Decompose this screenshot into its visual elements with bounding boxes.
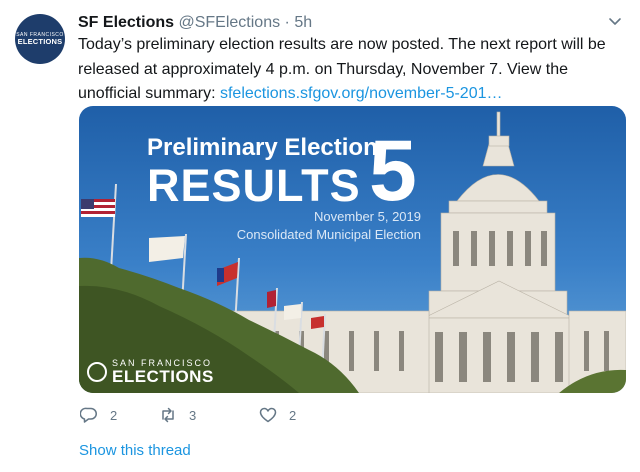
retweet-icon [162, 407, 174, 423]
card-subtitle: Consolidated Municipal Election [236, 227, 421, 242]
heart-icon [259, 407, 277, 423]
timestamp[interactable]: 5h [294, 14, 312, 31]
reply-icon [80, 407, 97, 423]
card-number: 5 [369, 123, 417, 219]
avatar-text-line2: ELECTIONS [17, 37, 63, 46]
tweet-text: Today’s preliminary election results are… [78, 33, 623, 107]
retweet-count: 3 [189, 407, 197, 423]
logo-line2: ELECTIONS [112, 367, 214, 386]
separator: · [280, 14, 295, 31]
reply-count: 2 [110, 407, 118, 423]
retweet-button[interactable]: 3 [159, 406, 259, 424]
media-card[interactable]: Preliminary Election RESULTS 5 November … [79, 106, 626, 393]
like-button[interactable]: 2 [259, 406, 296, 424]
tweet-actions: 2 3 2 [80, 406, 296, 424]
like-count: 2 [289, 407, 297, 423]
display-name[interactable]: SF Elections [78, 14, 174, 31]
show-thread-link[interactable]: Show this thread [79, 441, 191, 461]
seal-icon [87, 361, 107, 382]
reply-button[interactable]: 2 [80, 406, 159, 424]
card-headline: Preliminary Election [147, 134, 378, 161]
handle[interactable]: @SFElections [178, 14, 280, 31]
tweet-link[interactable]: sfelections.sfgov.org/november-5-201… [220, 85, 503, 102]
sf-elections-logo: SAN FRANCISCO ELECTIONS [87, 358, 214, 385]
card-results-text: RESULTS [147, 160, 361, 211]
tweet-header: SF Elections @SFElections · 5h [78, 13, 312, 33]
chevron-down-icon[interactable] [607, 13, 623, 29]
card-date: November 5, 2019 [314, 209, 421, 224]
avatar[interactable]: SAN FRANCISCO ELECTIONS [15, 14, 65, 64]
